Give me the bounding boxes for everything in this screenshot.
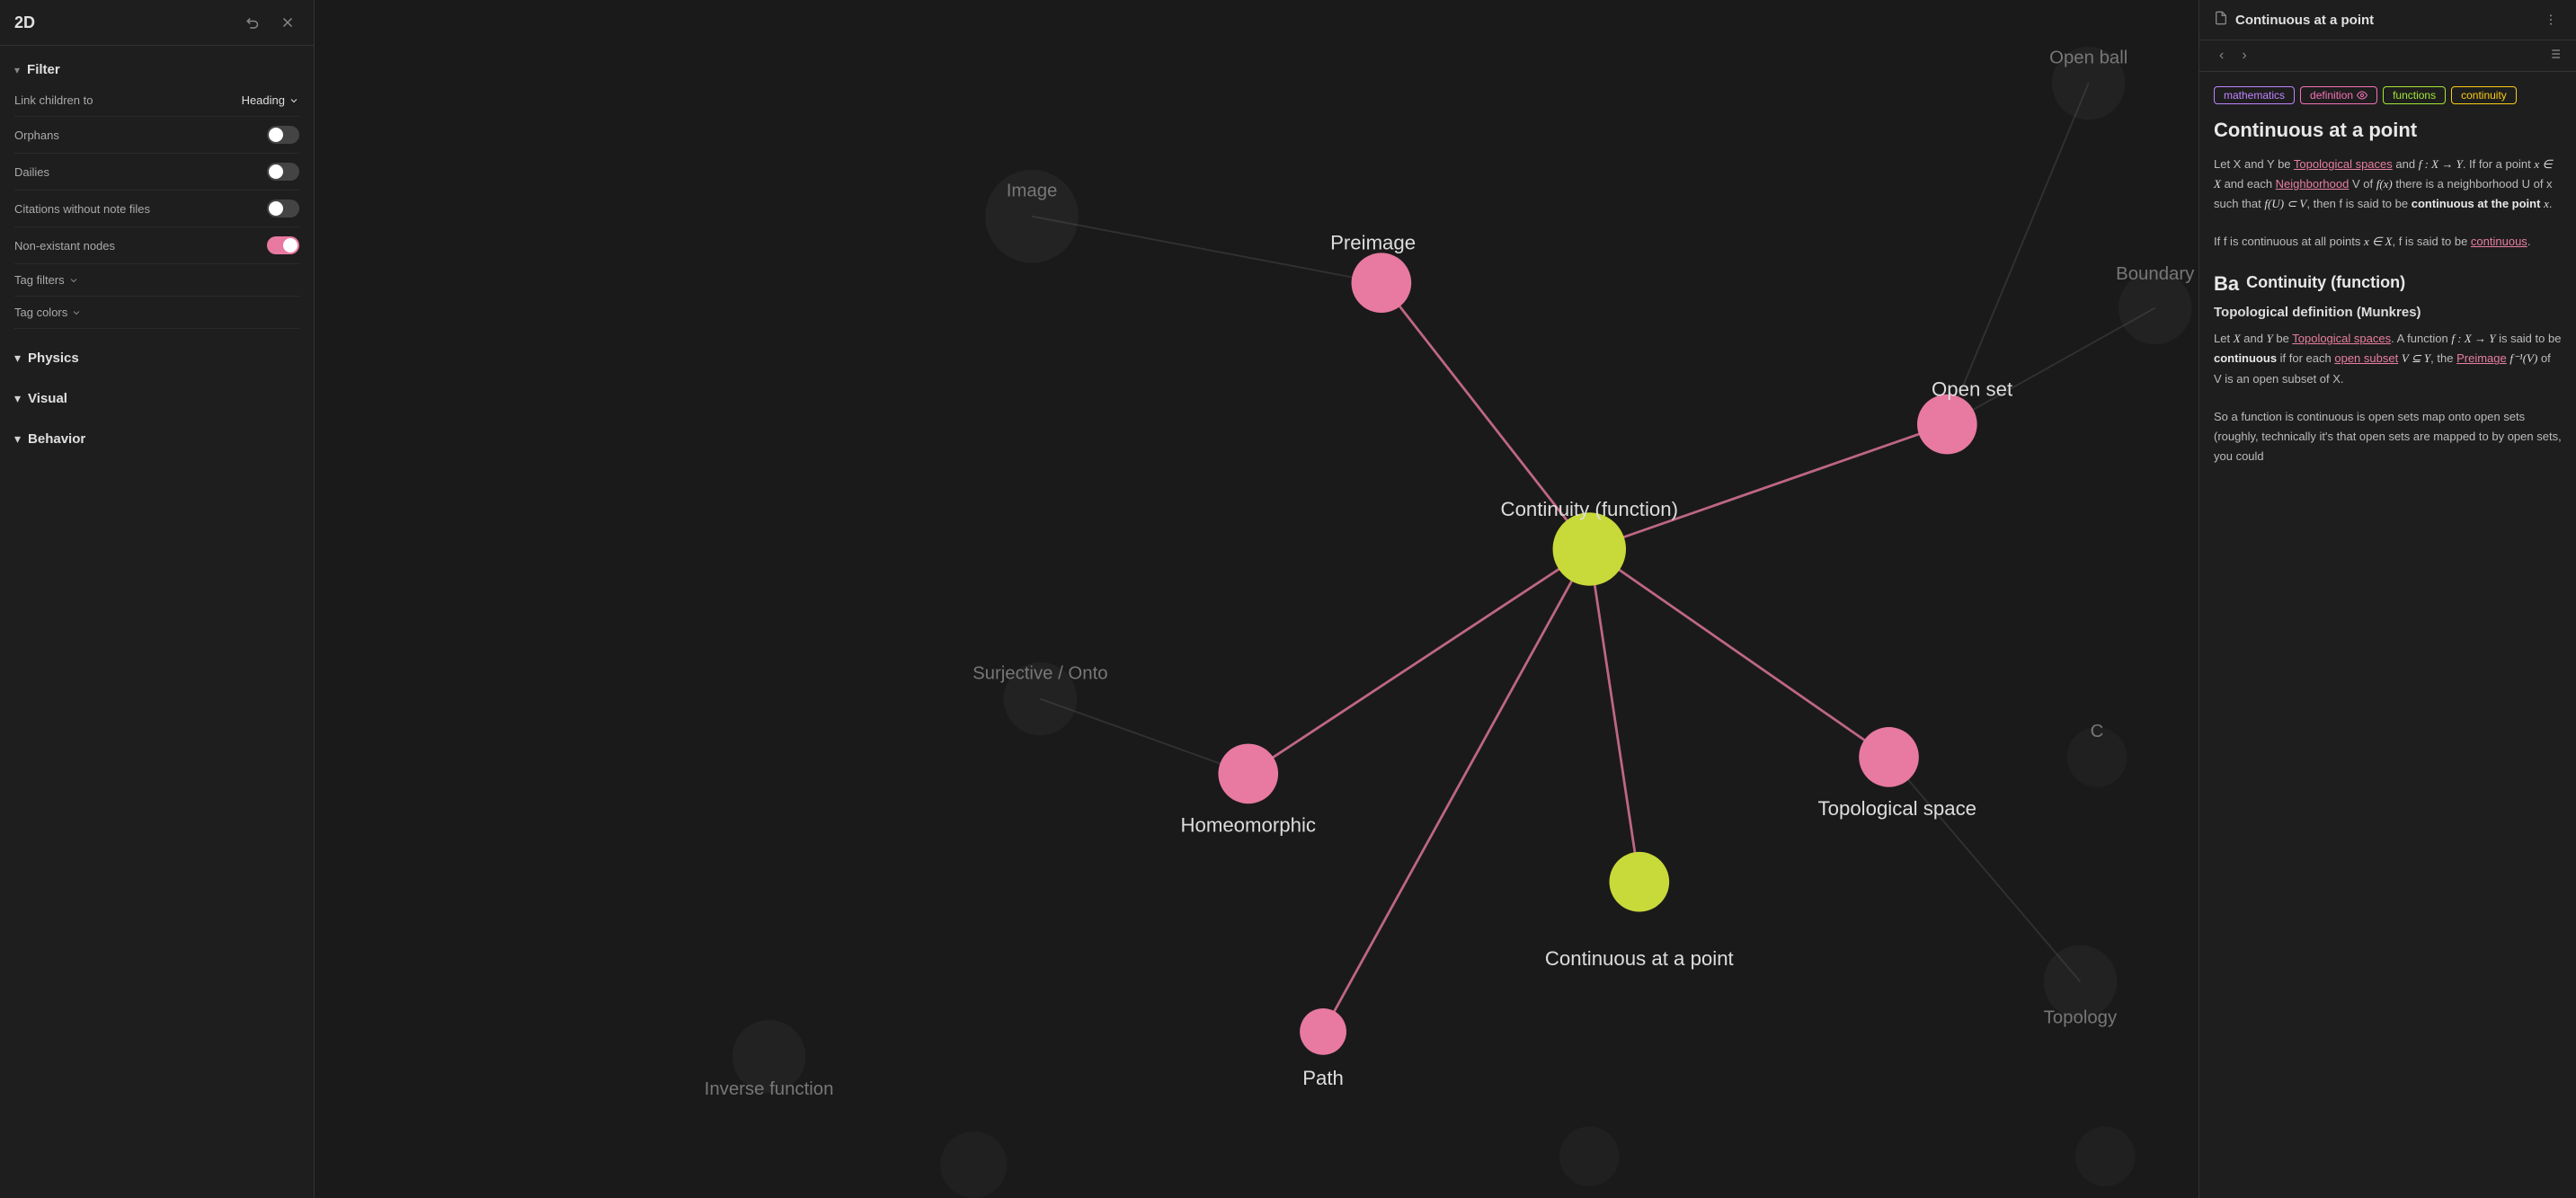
sidebar-title: 2D — [14, 13, 35, 32]
behavior-chevron: ▾ — [14, 431, 21, 447]
filter-chevron: ▾ — [14, 64, 20, 76]
tag-functions[interactable]: functions — [2383, 86, 2446, 104]
graph-area[interactable]: Continuity (function) Continuous at a po… — [315, 0, 2198, 1198]
svg-text:Open set: Open set — [1932, 378, 2012, 401]
more-options-button[interactable] — [2540, 9, 2562, 31]
open-subset-link[interactable]: open subset — [2334, 351, 2398, 365]
link-children-label: Link children to — [14, 93, 93, 107]
behavior-header[interactable]: ▾ Behavior — [0, 424, 314, 454]
svg-text:Topology: Topology — [2044, 1008, 2118, 1028]
section2-body2: So a function is continuous is open sets… — [2214, 407, 2562, 466]
physics-chevron: ▾ — [14, 351, 21, 366]
filter-label: Filter — [27, 62, 60, 77]
svg-text:Path: Path — [1302, 1067, 1344, 1089]
svg-text:C: C — [2091, 722, 2104, 741]
svg-text:Continuity (function): Continuity (function) — [1501, 498, 1678, 520]
dailies-label: Dailies — [14, 165, 49, 179]
nav-arrows: ‹ › — [2214, 46, 2252, 66]
doc-icon — [2214, 11, 2228, 30]
citations-row: Citations without note files — [14, 191, 299, 227]
physics-header[interactable]: ▾ Physics — [0, 343, 314, 373]
sidebar-header: 2D — [0, 0, 314, 46]
non-existant-label: Non-existant nodes — [14, 239, 115, 253]
orphans-toggle[interactable] — [267, 126, 299, 144]
link-children-row: Link children to Heading — [14, 84, 299, 117]
neighborhood-link[interactable]: Neighborhood — [2276, 177, 2349, 191]
tag-filters-row[interactable]: Tag filters — [14, 264, 299, 297]
topological-spaces-link2[interactable]: Topological spaces — [2292, 332, 2391, 345]
section2-title-row: Ba Continuity (function) — [2214, 270, 2562, 297]
behavior-label: Behavior — [28, 431, 85, 447]
behavior-group: ▾ Behavior — [0, 419, 314, 459]
svg-text:Image: Image — [1007, 181, 1058, 200]
svg-text:Topological space: Topological space — [1818, 797, 1977, 820]
section2-body1: Let X and Y be Topological spaces. A fun… — [2214, 329, 2562, 388]
section2-sub-title: Topological definition (Munkres) — [2214, 305, 2562, 320]
filter-section: ▾ Filter Link children to Heading Orphan… — [0, 46, 314, 338]
nav-back-button[interactable]: ‹ — [2214, 46, 2229, 66]
tag-mathematics[interactable]: mathematics — [2214, 86, 2295, 104]
svg-text:Inverse function: Inverse function — [705, 1079, 834, 1099]
svg-text:Preimage: Preimage — [1330, 232, 1416, 254]
section2-title: Continuity (function) — [2246, 273, 2405, 292]
divider-b: Ba — [2214, 272, 2239, 296]
filter-header[interactable]: ▾ Filter — [14, 55, 299, 84]
sidebar-header-icons — [242, 11, 299, 34]
physics-group: ▾ Physics — [0, 338, 314, 378]
list-view-button[interactable] — [2547, 47, 2562, 66]
visual-header[interactable]: ▾ Visual — [0, 384, 314, 413]
sidebar: 2D ▾ Filter Link children to Heading Orp… — [0, 0, 315, 1198]
graph-svg: Continuity (function) Continuous at a po… — [315, 0, 2198, 1198]
nav-forward-button[interactable]: › — [2236, 46, 2252, 66]
main-content-body1: Let X and Y be Topological spaces and f … — [2214, 155, 2562, 214]
right-panel-title-row: Continuous at a point — [2214, 11, 2374, 30]
right-panel-title: Continuous at a point — [2235, 13, 2374, 28]
svg-text:Surjective / Onto: Surjective / Onto — [973, 663, 1108, 683]
tag-continuity[interactable]: continuity — [2451, 86, 2517, 104]
visual-group: ▾ Visual — [0, 378, 314, 419]
close-button[interactable] — [276, 11, 299, 34]
heading-value: Heading — [242, 93, 285, 107]
tag-colors-row[interactable]: Tag colors — [14, 297, 299, 329]
physics-label: Physics — [28, 351, 79, 366]
orphans-label: Orphans — [14, 129, 59, 142]
visual-chevron: ▾ — [14, 391, 21, 406]
dailies-toggle[interactable] — [267, 163, 299, 181]
tag-def-label: definition — [2310, 89, 2353, 102]
undo-button[interactable] — [242, 11, 265, 34]
tags-row: mathematics definition functions continu… — [2214, 86, 2562, 104]
svg-text:Boundary: Boundary — [2116, 264, 2195, 284]
non-existant-row: Non-existant nodes — [14, 227, 299, 264]
preimage-link[interactable]: Preimage — [2456, 351, 2507, 365]
continuous-link[interactable]: continuous — [2471, 235, 2527, 248]
citations-label: Citations without note files — [14, 202, 150, 216]
heading-dropdown[interactable]: Heading — [242, 93, 299, 107]
citations-toggle[interactable] — [267, 200, 299, 217]
non-existant-toggle[interactable] — [267, 236, 299, 254]
tag-definition[interactable]: definition — [2300, 86, 2377, 104]
svg-text:Open ball: Open ball — [2049, 48, 2127, 67]
tag-colors-label: Tag colors — [14, 306, 67, 319]
visual-label: Visual — [28, 391, 67, 406]
right-panel: Continuous at a point ‹ › mathematics de… — [2198, 0, 2576, 1198]
right-content: mathematics definition functions continu… — [2199, 72, 2576, 1198]
main-content-body2: If f is continuous at all points x ∈ X, … — [2214, 232, 2562, 252]
svg-text:Homeomorphic: Homeomorphic — [1180, 814, 1316, 837]
topological-spaces-link1[interactable]: Topological spaces — [2294, 157, 2393, 171]
right-panel-nav: ‹ › — [2199, 40, 2576, 72]
svg-text:Continuous at a point: Continuous at a point — [1545, 947, 1734, 970]
dailies-row: Dailies — [14, 154, 299, 191]
right-panel-header: Continuous at a point — [2199, 0, 2576, 40]
orphans-row: Orphans — [14, 117, 299, 154]
tag-filters-label: Tag filters — [14, 273, 65, 287]
main-content-title: Continuous at a point — [2214, 119, 2562, 142]
